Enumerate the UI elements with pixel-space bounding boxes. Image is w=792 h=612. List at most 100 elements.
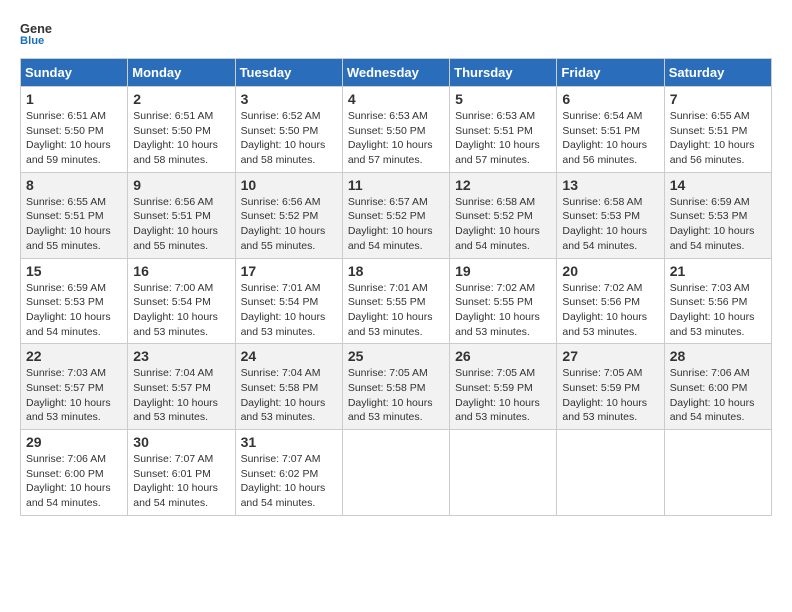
weekday-header-sunday: Sunday: [21, 59, 128, 87]
weekday-header-saturday: Saturday: [664, 59, 771, 87]
calendar-cell: 9 Sunrise: 6:56 AM Sunset: 5:51 PM Dayli…: [128, 172, 235, 258]
calendar-header-row: SundayMondayTuesdayWednesdayThursdayFrid…: [21, 59, 772, 87]
day-number: 27: [562, 348, 659, 364]
day-number: 5: [455, 91, 552, 107]
day-number: 14: [670, 177, 767, 193]
day-number: 21: [670, 263, 767, 279]
calendar-cell: 15 Sunrise: 6:59 AM Sunset: 5:53 PM Dayl…: [21, 258, 128, 344]
calendar-week-row: 8 Sunrise: 6:55 AM Sunset: 5:51 PM Dayli…: [21, 172, 772, 258]
day-number: 12: [455, 177, 552, 193]
day-info: Sunrise: 7:07 AM Sunset: 6:02 PM Dayligh…: [241, 452, 338, 511]
day-number: 11: [348, 177, 445, 193]
calendar-cell: [557, 430, 664, 516]
calendar-cell: 30 Sunrise: 7:07 AM Sunset: 6:01 PM Dayl…: [128, 430, 235, 516]
day-number: 2: [133, 91, 230, 107]
calendar-cell: [342, 430, 449, 516]
day-number: 9: [133, 177, 230, 193]
day-number: 13: [562, 177, 659, 193]
calendar-cell: [664, 430, 771, 516]
day-info: Sunrise: 7:01 AM Sunset: 5:54 PM Dayligh…: [241, 281, 338, 340]
day-info: Sunrise: 7:04 AM Sunset: 5:57 PM Dayligh…: [133, 366, 230, 425]
day-info: Sunrise: 6:57 AM Sunset: 5:52 PM Dayligh…: [348, 195, 445, 254]
day-info: Sunrise: 6:52 AM Sunset: 5:50 PM Dayligh…: [241, 109, 338, 168]
day-number: 18: [348, 263, 445, 279]
calendar-cell: 25 Sunrise: 7:05 AM Sunset: 5:58 PM Dayl…: [342, 344, 449, 430]
day-info: Sunrise: 7:01 AM Sunset: 5:55 PM Dayligh…: [348, 281, 445, 340]
calendar-cell: 26 Sunrise: 7:05 AM Sunset: 5:59 PM Dayl…: [450, 344, 557, 430]
day-number: 8: [26, 177, 123, 193]
calendar-cell: 3 Sunrise: 6:52 AM Sunset: 5:50 PM Dayli…: [235, 87, 342, 173]
day-number: 30: [133, 434, 230, 450]
day-number: 22: [26, 348, 123, 364]
day-info: Sunrise: 7:03 AM Sunset: 5:56 PM Dayligh…: [670, 281, 767, 340]
svg-text:Blue: Blue: [20, 35, 44, 47]
day-info: Sunrise: 7:05 AM Sunset: 5:59 PM Dayligh…: [455, 366, 552, 425]
calendar-week-row: 22 Sunrise: 7:03 AM Sunset: 5:57 PM Dayl…: [21, 344, 772, 430]
day-number: 7: [670, 91, 767, 107]
day-info: Sunrise: 6:59 AM Sunset: 5:53 PM Dayligh…: [670, 195, 767, 254]
day-number: 29: [26, 434, 123, 450]
calendar-cell: 14 Sunrise: 6:59 AM Sunset: 5:53 PM Dayl…: [664, 172, 771, 258]
calendar-cell: 5 Sunrise: 6:53 AM Sunset: 5:51 PM Dayli…: [450, 87, 557, 173]
day-info: Sunrise: 7:07 AM Sunset: 6:01 PM Dayligh…: [133, 452, 230, 511]
calendar-cell: 7 Sunrise: 6:55 AM Sunset: 5:51 PM Dayli…: [664, 87, 771, 173]
calendar-week-row: 15 Sunrise: 6:59 AM Sunset: 5:53 PM Dayl…: [21, 258, 772, 344]
day-number: 26: [455, 348, 552, 364]
day-info: Sunrise: 7:06 AM Sunset: 6:00 PM Dayligh…: [670, 366, 767, 425]
day-number: 25: [348, 348, 445, 364]
calendar-cell: 6 Sunrise: 6:54 AM Sunset: 5:51 PM Dayli…: [557, 87, 664, 173]
day-info: Sunrise: 7:04 AM Sunset: 5:58 PM Dayligh…: [241, 366, 338, 425]
calendar-cell: [450, 430, 557, 516]
day-number: 31: [241, 434, 338, 450]
day-number: 24: [241, 348, 338, 364]
day-info: Sunrise: 7:00 AM Sunset: 5:54 PM Dayligh…: [133, 281, 230, 340]
day-number: 6: [562, 91, 659, 107]
calendar-cell: 11 Sunrise: 6:57 AM Sunset: 5:52 PM Dayl…: [342, 172, 449, 258]
calendar-cell: 21 Sunrise: 7:03 AM Sunset: 5:56 PM Dayl…: [664, 258, 771, 344]
day-info: Sunrise: 6:51 AM Sunset: 5:50 PM Dayligh…: [133, 109, 230, 168]
svg-text:General: General: [20, 21, 52, 36]
day-number: 19: [455, 263, 552, 279]
calendar-cell: 1 Sunrise: 6:51 AM Sunset: 5:50 PM Dayli…: [21, 87, 128, 173]
calendar-cell: 10 Sunrise: 6:56 AM Sunset: 5:52 PM Dayl…: [235, 172, 342, 258]
day-info: Sunrise: 6:54 AM Sunset: 5:51 PM Dayligh…: [562, 109, 659, 168]
calendar-cell: 18 Sunrise: 7:01 AM Sunset: 5:55 PM Dayl…: [342, 258, 449, 344]
calendar-cell: 4 Sunrise: 6:53 AM Sunset: 5:50 PM Dayli…: [342, 87, 449, 173]
calendar-cell: 16 Sunrise: 7:00 AM Sunset: 5:54 PM Dayl…: [128, 258, 235, 344]
weekday-header-thursday: Thursday: [450, 59, 557, 87]
day-number: 16: [133, 263, 230, 279]
calendar-cell: 23 Sunrise: 7:04 AM Sunset: 5:57 PM Dayl…: [128, 344, 235, 430]
day-info: Sunrise: 6:59 AM Sunset: 5:53 PM Dayligh…: [26, 281, 123, 340]
calendar-cell: 29 Sunrise: 7:06 AM Sunset: 6:00 PM Dayl…: [21, 430, 128, 516]
day-number: 3: [241, 91, 338, 107]
day-number: 17: [241, 263, 338, 279]
calendar-week-row: 1 Sunrise: 6:51 AM Sunset: 5:50 PM Dayli…: [21, 87, 772, 173]
day-info: Sunrise: 7:02 AM Sunset: 5:56 PM Dayligh…: [562, 281, 659, 340]
day-number: 1: [26, 91, 123, 107]
weekday-header-wednesday: Wednesday: [342, 59, 449, 87]
day-info: Sunrise: 6:56 AM Sunset: 5:51 PM Dayligh…: [133, 195, 230, 254]
day-info: Sunrise: 7:06 AM Sunset: 6:00 PM Dayligh…: [26, 452, 123, 511]
calendar-table: SundayMondayTuesdayWednesdayThursdayFrid…: [20, 58, 772, 516]
day-number: 10: [241, 177, 338, 193]
calendar-cell: 12 Sunrise: 6:58 AM Sunset: 5:52 PM Dayl…: [450, 172, 557, 258]
weekday-header-monday: Monday: [128, 59, 235, 87]
calendar-week-row: 29 Sunrise: 7:06 AM Sunset: 6:00 PM Dayl…: [21, 430, 772, 516]
day-info: Sunrise: 6:58 AM Sunset: 5:52 PM Dayligh…: [455, 195, 552, 254]
day-info: Sunrise: 6:51 AM Sunset: 5:50 PM Dayligh…: [26, 109, 123, 168]
calendar-body: 1 Sunrise: 6:51 AM Sunset: 5:50 PM Dayli…: [21, 87, 772, 516]
day-info: Sunrise: 6:58 AM Sunset: 5:53 PM Dayligh…: [562, 195, 659, 254]
day-info: Sunrise: 7:03 AM Sunset: 5:57 PM Dayligh…: [26, 366, 123, 425]
day-number: 28: [670, 348, 767, 364]
calendar-cell: 8 Sunrise: 6:55 AM Sunset: 5:51 PM Dayli…: [21, 172, 128, 258]
calendar-cell: 22 Sunrise: 7:03 AM Sunset: 5:57 PM Dayl…: [21, 344, 128, 430]
day-number: 15: [26, 263, 123, 279]
day-info: Sunrise: 6:55 AM Sunset: 5:51 PM Dayligh…: [26, 195, 123, 254]
day-info: Sunrise: 6:53 AM Sunset: 5:50 PM Dayligh…: [348, 109, 445, 168]
calendar-cell: 20 Sunrise: 7:02 AM Sunset: 5:56 PM Dayl…: [557, 258, 664, 344]
calendar-cell: 31 Sunrise: 7:07 AM Sunset: 6:02 PM Dayl…: [235, 430, 342, 516]
day-number: 4: [348, 91, 445, 107]
day-number: 23: [133, 348, 230, 364]
logo: General Blue: [20, 20, 52, 48]
logo-icon: General Blue: [20, 20, 52, 48]
